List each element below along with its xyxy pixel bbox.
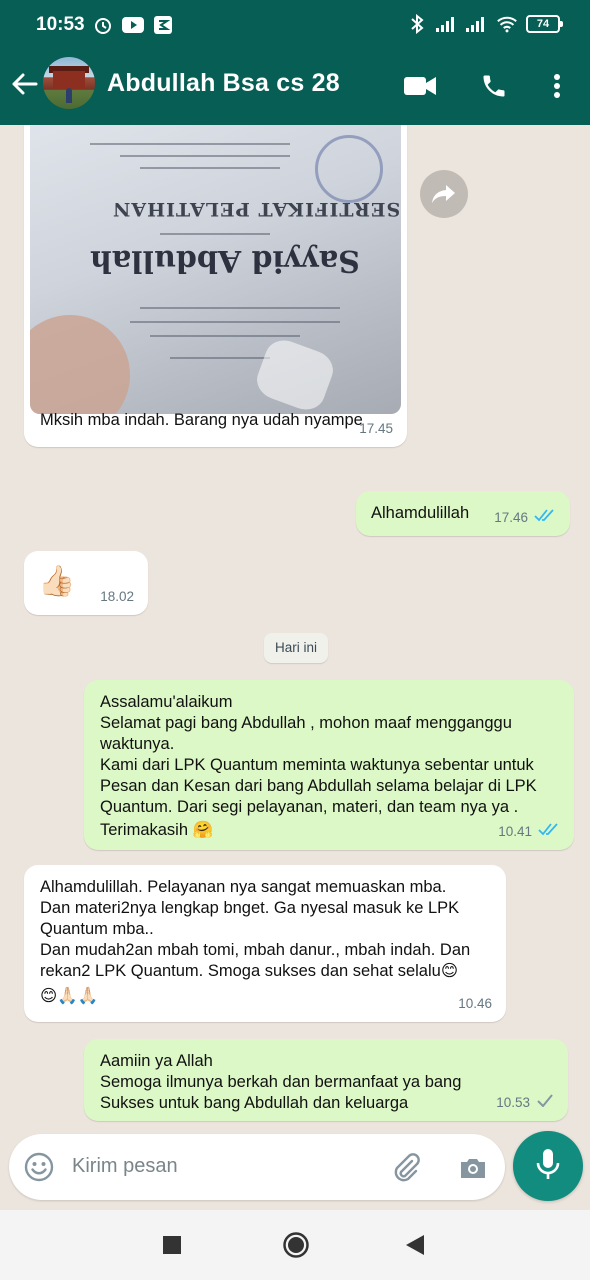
thumbs-up-icon: 👍🏻	[38, 565, 76, 598]
message-line: Semoga ilmunya berkah dan bermanfaat ya …	[100, 1073, 462, 1091]
certificate-name: Sayyid Abdullah	[90, 243, 360, 278]
message-line: waktunya.	[100, 735, 175, 753]
message-text: Mksih mba indah. Barang nya udah nyampe	[40, 411, 363, 429]
message-line: Pesan dan Kesan dari bang Abdullah selam…	[100, 777, 537, 795]
contact-name[interactable]: Abdullah Bsa cs 28	[107, 69, 340, 98]
sent-tick-icon	[536, 1092, 554, 1113]
date-separator: Hari ini	[264, 633, 328, 663]
status-right-icons: 74	[406, 13, 563, 35]
message-time: 18.02	[100, 589, 134, 604]
message-composer: Kirim pesan	[9, 1134, 505, 1200]
alarm-icon	[92, 14, 114, 36]
message-line: Dan mudah2an mbah tomi, mbah danur., mba…	[40, 941, 471, 959]
signal-icon	[436, 13, 458, 35]
message-line: Aamiin ya Allah	[100, 1052, 213, 1070]
back-arrow-icon[interactable]	[10, 70, 38, 98]
avatar[interactable]	[43, 57, 95, 109]
message-line: Quantum. Dari segi pelayanan, materi, da…	[100, 798, 519, 816]
message-line: Dan materi2nya lengkap bnget. Ga nyesal …	[40, 899, 460, 917]
wifi-icon	[496, 13, 518, 35]
home-icon[interactable]	[282, 1231, 310, 1264]
message-time: 10.53	[496, 1095, 530, 1110]
mic-button[interactable]	[513, 1131, 583, 1201]
message-input[interactable]: Kirim pesan	[72, 1155, 178, 1178]
chat-header: Abdullah Bsa cs 28	[0, 52, 590, 125]
read-ticks-icon	[538, 821, 560, 842]
message-line: Alhamdulillah. Pelayanan nya sangat memu…	[40, 878, 447, 896]
message-line: Selamat pagi bang Abdullah , mohon maaf …	[100, 714, 512, 732]
phone-icon[interactable]	[478, 70, 510, 102]
forward-icon[interactable]	[420, 170, 468, 218]
message-line: rekan2 LPK Quantum. Smoga sukses dan seh…	[40, 962, 459, 980]
signal-icon	[466, 13, 488, 35]
message-outgoing[interactable]: Assalamu'alaikum Selamat pagi bang Abdul…	[84, 680, 574, 850]
message-text: Alhamdulillah	[371, 504, 470, 522]
message-time: 17.45	[359, 421, 393, 436]
message-outgoing[interactable]: Aamiin ya Allah Semoga ilmunya berkah da…	[84, 1039, 568, 1121]
message-line: Sukses untuk bang Abdullah dan keluarga	[100, 1094, 409, 1112]
message-time: 10.46	[458, 996, 492, 1011]
message-line: Kami dari LPK Quantum meminta waktunya s…	[100, 756, 534, 774]
certificate-photo[interactable]: SERTIFIKAT PELATIHAN Sayyid Abdullah	[30, 125, 401, 414]
certificate-title: SERTIFIKAT PELATIHAN	[112, 198, 401, 220]
message-outgoing[interactable]: Alhamdulillah 17.46	[356, 491, 570, 536]
read-ticks-icon	[534, 507, 556, 528]
emoji-icon[interactable]	[23, 1151, 55, 1183]
message-image-incoming[interactable]: SERTIFIKAT PELATIHAN Sayyid Abdullah Mks…	[24, 125, 407, 447]
message-line: Assalamu'alaikum	[100, 693, 233, 711]
message-line: Terimakasih 🤗	[100, 821, 214, 839]
mic-icon	[535, 1147, 561, 1186]
message-incoming[interactable]: Alhamdulillah. Pelayanan nya sangat memu…	[24, 865, 506, 1022]
back-icon[interactable]	[405, 1234, 425, 1261]
battery-icon: 74	[526, 15, 563, 33]
system-nav-bar	[0, 1210, 590, 1280]
chat-area[interactable]: SERTIFIKAT PELATIHAN Sayyid Abdullah Mks…	[0, 125, 590, 1130]
youtube-icon	[122, 14, 144, 36]
message-time: 17.46	[494, 510, 528, 525]
message-line: Quantum mba..	[40, 920, 154, 938]
more-options-icon[interactable]	[541, 70, 573, 102]
attach-icon[interactable]	[390, 1152, 422, 1184]
message-incoming[interactable]: 👍🏻 18.02	[24, 551, 148, 615]
status-bar: 10:53 74	[0, 0, 590, 52]
camera-icon[interactable]	[457, 1152, 489, 1184]
bluetooth-icon	[406, 13, 428, 35]
status-time: 10:53	[36, 14, 85, 35]
status-left-icons	[92, 14, 174, 36]
app-notification-icon	[152, 14, 174, 36]
message-time: 10.41	[498, 824, 532, 839]
recent-apps-icon[interactable]	[163, 1236, 181, 1259]
message-line: 😊🙏🏻🙏🏻	[40, 987, 99, 1005]
video-call-icon[interactable]	[404, 70, 436, 102]
